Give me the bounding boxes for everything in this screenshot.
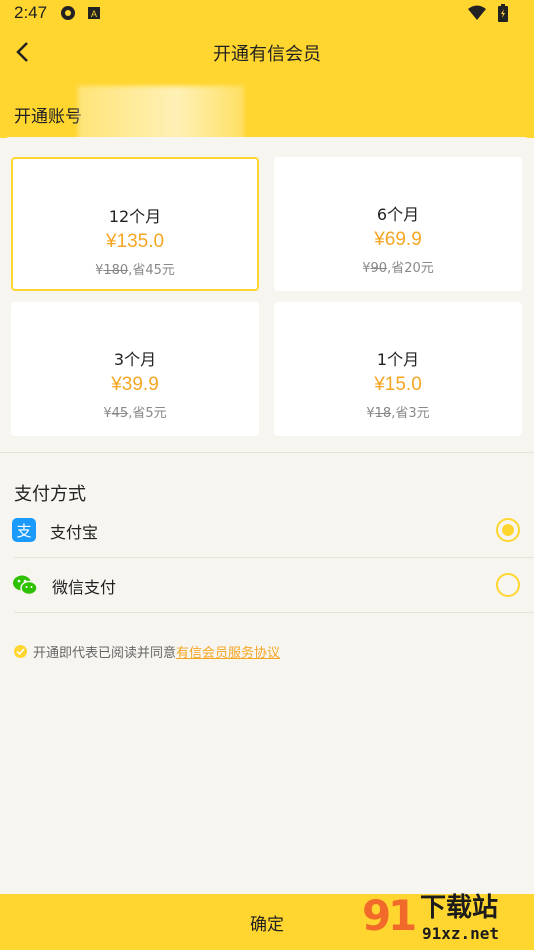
svg-text:下载站: 下载站 <box>420 893 498 923</box>
account-label: 开通账号 <box>14 107 82 127</box>
plan-card-12-months[interactable]: 12个月 ¥135.0 ¥180,省45元 <box>11 157 259 291</box>
plan-card-3-months[interactable]: 3个月 ¥39.9 ¥45,省5元 <box>11 302 259 436</box>
app-status-icon: A <box>85 4 103 22</box>
radio-selected[interactable] <box>496 518 520 542</box>
battery-icon <box>494 4 512 22</box>
svg-text:支: 支 <box>16 522 31 540</box>
plan-name: 12个月 <box>108 207 162 226</box>
payment-separator <box>14 612 534 613</box>
page-title: 开通有信会员 <box>213 44 321 65</box>
payment-option-wechat[interactable]: 微信支付 <box>0 558 534 612</box>
status-bar: 2:47 A <box>0 0 534 26</box>
svg-text:A: A <box>91 9 97 19</box>
radio-unselected[interactable] <box>496 573 520 597</box>
plan-original-price: ¥18,省3元 <box>366 406 430 421</box>
payment-label: 微信支付 <box>52 578 117 597</box>
settings-status-icon <box>59 4 77 22</box>
plan-original-price: ¥180,省45元 <box>95 263 175 278</box>
agreement-text: 开通即代表已阅读并同意 <box>33 646 177 661</box>
svg-text:9: 9 <box>362 891 391 940</box>
plan-price: ¥69.9 <box>374 229 422 250</box>
status-time: 2:47 <box>14 3 48 22</box>
plan-original-price: ¥90,省20元 <box>362 261 434 276</box>
plan-name: 3个月 <box>113 350 157 369</box>
payment-label: 支付宝 <box>50 523 99 542</box>
plan-original-price: ¥45,省5元 <box>103 406 167 421</box>
wechat-icon <box>12 573 38 597</box>
agreement-line: 开通即代表已阅读并同意 有信会员服务协议 <box>14 642 280 661</box>
wifi-icon <box>468 4 486 22</box>
agreement-link[interactable]: 有信会员服务协议 <box>176 642 280 661</box>
plan-price: ¥39.9 <box>111 374 159 395</box>
plan-card-1-month[interactable]: 1个月 ¥15.0 ¥18,省3元 <box>274 302 522 436</box>
header: 开通有信会员 开通账号 <box>0 26 534 140</box>
alipay-icon: 支 <box>12 518 36 542</box>
plan-price: ¥135.0 <box>105 231 165 252</box>
svg-text:1: 1 <box>388 891 417 940</box>
plan-card-6-months[interactable]: 6个月 ¥69.9 ¥90,省20元 <box>274 157 522 291</box>
watermark-logo: 9 1 下载站 91xz.net <box>358 886 528 946</box>
payment-option-alipay[interactable]: 支 支付宝 <box>0 503 534 557</box>
plan-price: ¥15.0 <box>374 374 422 395</box>
svg-text:91xz.net: 91xz.net <box>422 924 499 943</box>
plan-name: 1个月 <box>376 350 420 369</box>
section-divider <box>0 452 534 453</box>
account-value-blurred <box>78 86 244 140</box>
check-icon[interactable] <box>14 645 27 658</box>
plan-name: 6个月 <box>376 205 420 224</box>
